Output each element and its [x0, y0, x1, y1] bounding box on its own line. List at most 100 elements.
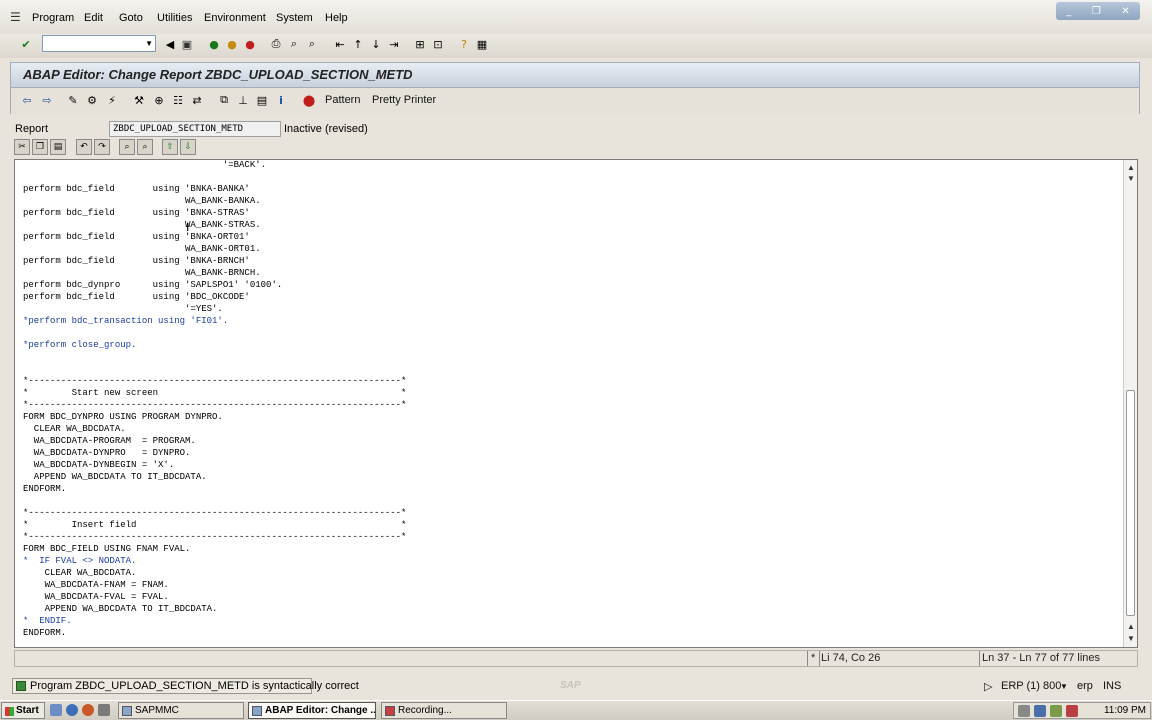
code-line[interactable]: perform bdc_field using 'BNKA-BRNCH'	[23, 255, 406, 267]
browser-icon[interactable]	[66, 704, 78, 716]
navigation-icon[interactable]: ⇄	[189, 92, 205, 108]
chevron-down-icon[interactable]: ▼	[1060, 682, 1068, 691]
scroll-down-small-icon[interactable]: ▼	[1127, 174, 1135, 183]
first-page-icon[interactable]: ⇤	[332, 36, 348, 52]
minimize-icon[interactable]: _	[1066, 6, 1071, 17]
code-line[interactable]	[23, 327, 406, 339]
close-icon[interactable]: ✕	[1121, 6, 1129, 17]
undo-icon[interactable]: ↶	[76, 139, 92, 155]
start-button[interactable]: Start	[1, 702, 45, 719]
copy-icon[interactable]: ❐	[32, 139, 48, 155]
display-change-icon[interactable]: ✎	[65, 92, 81, 108]
code-line[interactable]: WA_BDCDATA-DYNBEGIN = 'X'.	[23, 459, 406, 471]
system-menu-icon[interactable]: ☰	[10, 10, 24, 24]
code-line[interactable]: WA_BDCDATA-FVAL = FVAL.	[23, 591, 406, 603]
scroll-up-icon[interactable]: ▲	[1127, 163, 1135, 172]
menu-edit[interactable]: Edit	[84, 12, 103, 24]
forward-arrow-icon[interactable]: ⇨	[39, 92, 55, 108]
help-icon[interactable]: ?	[456, 36, 472, 52]
table-icon[interactable]: ▤	[254, 92, 270, 108]
command-field[interactable]: ▼	[42, 35, 156, 52]
exit-icon[interactable]: ●	[224, 36, 240, 52]
paste-icon[interactable]: ▤	[50, 139, 66, 155]
code-line[interactable]: WA_BANK-BRNCH.	[23, 267, 406, 279]
scroll-up-small-icon[interactable]: ▲	[1127, 622, 1135, 631]
stamp-icon[interactable]: ⊥	[235, 92, 251, 108]
chevron-down-icon[interactable]: ▼	[145, 39, 153, 48]
layout-menu-icon[interactable]: ▦	[474, 36, 490, 52]
code-line[interactable]: WA_BDCDATA-DYNPRO = DYNPRO.	[23, 447, 406, 459]
media-icon[interactable]	[82, 704, 94, 716]
menu-utilities[interactable]: Utilities	[157, 12, 192, 24]
download-icon[interactable]: ⇩	[180, 139, 196, 155]
menu-help[interactable]: Help	[325, 12, 348, 24]
shortcut-icon[interactable]: ⊡	[430, 36, 446, 52]
cut-icon[interactable]: ✂	[14, 139, 30, 155]
code-line[interactable]: CLEAR WA_BDCDATA.	[23, 567, 406, 579]
menu-environment[interactable]: Environment	[204, 12, 266, 24]
status-toggle-icon[interactable]: ▷	[984, 680, 992, 693]
cancel-icon[interactable]: ●	[242, 36, 258, 52]
print-icon[interactable]: ⎙	[268, 36, 284, 52]
code-line[interactable]: perform bdc_field using 'BNKA-ORT01'	[23, 231, 406, 243]
info-icon[interactable]: i	[273, 92, 289, 108]
code-line[interactable]: CLEAR WA_BDCDATA.	[23, 423, 406, 435]
menu-system[interactable]: System	[276, 12, 313, 24]
code-line[interactable]: '=BACK'.	[23, 160, 406, 171]
scroll-down-icon[interactable]: ▼	[1127, 634, 1135, 643]
code-line[interactable]: *---------------------------------------…	[23, 531, 406, 543]
find-text-icon[interactable]: ⌕	[119, 139, 135, 155]
next-page-icon[interactable]: ↓	[368, 36, 384, 52]
back-arrow-icon[interactable]: ⇦	[19, 92, 35, 108]
back-icon[interactable]: ●	[206, 36, 222, 52]
find-icon[interactable]: ⌕	[286, 36, 302, 52]
menu-goto[interactable]: Goto	[119, 12, 143, 24]
code-line[interactable]	[23, 351, 406, 363]
code-line[interactable]: *---------------------------------------…	[23, 399, 406, 411]
where-used-icon[interactable]: ⊕	[151, 92, 167, 108]
code-line[interactable]: '=YES'.	[23, 303, 406, 315]
code-line[interactable]: perform bdc_field using 'BDC_OKCODE'	[23, 291, 406, 303]
test-icon[interactable]: ⚒	[131, 92, 147, 108]
code-line[interactable]: FORM BDC_DYNPRO USING PROGRAM DYNPRO.	[23, 411, 406, 423]
insert-mode[interactable]: INS	[1103, 680, 1121, 692]
report-name-field[interactable]: ZBDC_UPLOAD_SECTION_METD	[109, 121, 281, 137]
volume-icon[interactable]	[1050, 705, 1062, 717]
code-area[interactable]: '=BACK'. perform bdc_field using 'BNKA-BA…	[23, 160, 406, 639]
task-recording[interactable]: Recording...	[381, 702, 507, 719]
menu-program[interactable]: Program	[32, 12, 74, 24]
code-line[interactable]: WA_BDCDATA-PROGRAM = PROGRAM.	[23, 435, 406, 447]
code-line[interactable]: *perform bdc_transaction using 'FI01'.	[23, 315, 406, 327]
status-message-box[interactable]: Program ZBDC_UPLOAD_SECTION_METD is synt…	[12, 678, 359, 694]
code-editor[interactable]: '=BACK'. perform bdc_field using 'BNKA-BA…	[14, 159, 1138, 648]
code-line[interactable]: ENDFORM.	[23, 627, 406, 639]
previous-page-icon[interactable]: ↑	[350, 36, 366, 52]
code-line[interactable]	[23, 363, 406, 375]
find-next-text-icon[interactable]: ⌕	[137, 139, 153, 155]
code-line[interactable]	[23, 171, 406, 183]
tray-app-icon[interactable]	[1018, 705, 1030, 717]
upload-icon[interactable]: ⇧	[162, 139, 178, 155]
network-icon[interactable]	[1034, 705, 1046, 717]
code-line[interactable]: WA_BANK-BANKA.	[23, 195, 406, 207]
code-line[interactable]: * IF FVAL <> NODATA.	[23, 555, 406, 567]
code-line[interactable]: perform bdc_dynpro using 'SAPLSPO1' '010…	[23, 279, 406, 291]
activate-icon[interactable]: ⚡	[104, 92, 120, 108]
code-line[interactable]: ENDFORM.	[23, 483, 406, 495]
code-line[interactable]: *perform close_group.	[23, 339, 406, 351]
hierarchy-icon[interactable]: ⧉	[216, 92, 232, 108]
task-sapmmc[interactable]: SAPMMC	[118, 702, 244, 719]
code-line[interactable]: * Start new screen *	[23, 387, 406, 399]
check-icon[interactable]: ⚙	[84, 92, 100, 108]
vertical-scrollbar[interactable]: ▲ ▼ ▲ ▼	[1123, 160, 1137, 647]
object-list-icon[interactable]: ☷	[170, 92, 186, 108]
enter-checkmark-icon[interactable]: ✔	[18, 36, 34, 52]
show-desktop-icon[interactable]	[50, 704, 62, 716]
pretty-printer-button[interactable]: Pretty Printer	[372, 94, 436, 106]
code-line[interactable]: perform bdc_field using 'BNKA-STRAS'	[23, 207, 406, 219]
scrollbar-thumb[interactable]	[1126, 390, 1135, 616]
code-line[interactable]: * Insert field *	[23, 519, 406, 531]
explorer-icon[interactable]	[98, 704, 110, 716]
code-line[interactable]: perform bdc_field using 'BNKA-BANKA'	[23, 183, 406, 195]
code-line[interactable]: WA_BANK-ORT01.	[23, 243, 406, 255]
